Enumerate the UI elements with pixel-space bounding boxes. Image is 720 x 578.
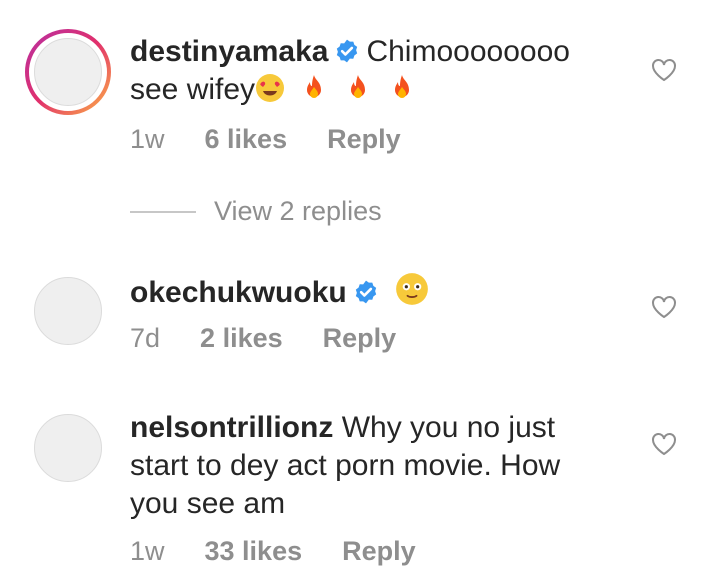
avatar[interactable]	[34, 277, 102, 345]
comment-likes-count[interactable]: 2 likes	[200, 323, 283, 354]
comment-meta: 7d 2 likes Reply	[130, 323, 436, 354]
verified-badge-icon	[355, 280, 376, 304]
comment-body-line1: Why you no just	[341, 411, 556, 444]
comment-body-line3: you see am	[130, 487, 286, 520]
view-replies-button[interactable]: View 2 replies	[130, 196, 382, 227]
replies-divider-line	[130, 210, 196, 213]
comment-username[interactable]: destinyamaka	[130, 35, 328, 68]
heart-outline-icon[interactable]	[651, 295, 677, 319]
heart-eyes-emoji-icon	[256, 74, 285, 102]
comment-timestamp: 1w	[130, 124, 165, 154]
comment-likes-count[interactable]: 6 likes	[205, 124, 288, 155]
comment-username[interactable]: okechukwuoku	[130, 276, 347, 309]
view-replies-label: View 2 replies	[214, 196, 382, 226]
flushed-smile-emoji-icon	[395, 273, 428, 305]
comment-timestamp: 7d	[130, 323, 161, 353]
comment-text: okechukwuoku	[130, 272, 630, 312]
comment-likes-count[interactable]: 33 likes	[205, 536, 303, 567]
comment-meta: 1w 33 likes Reply	[130, 536, 456, 567]
heart-outline-icon[interactable]	[651, 432, 677, 456]
heart-outline-icon[interactable]	[651, 58, 677, 82]
avatar	[34, 38, 102, 106]
comment-text: destinyamaka Chimoooooooo see wifey	[130, 33, 630, 109]
fire-emoji-icon	[307, 75, 322, 98]
comment-body-line1: Chimoooooooo	[366, 35, 570, 68]
reply-button[interactable]: Reply	[342, 536, 416, 567]
verified-badge-icon	[337, 39, 358, 63]
comment-username[interactable]: nelsontrillionz	[130, 411, 333, 444]
comment-body-line2: see wifey	[130, 73, 256, 106]
reply-button[interactable]: Reply	[323, 323, 397, 354]
fire-emoji-icon	[351, 75, 366, 98]
fire-emoji-icon	[395, 75, 410, 98]
comment-timestamp: 1w	[130, 536, 165, 566]
avatar[interactable]	[34, 414, 102, 482]
avatar-with-story-ring[interactable]	[24, 28, 112, 116]
reply-button[interactable]: Reply	[327, 124, 401, 155]
comment-body-line2: start to dey act porn movie. How	[130, 449, 561, 482]
comment-text: nelsontrillionz Why you no just start to…	[130, 409, 630, 523]
comment-meta: 1w 6 likes Reply	[130, 124, 441, 155]
